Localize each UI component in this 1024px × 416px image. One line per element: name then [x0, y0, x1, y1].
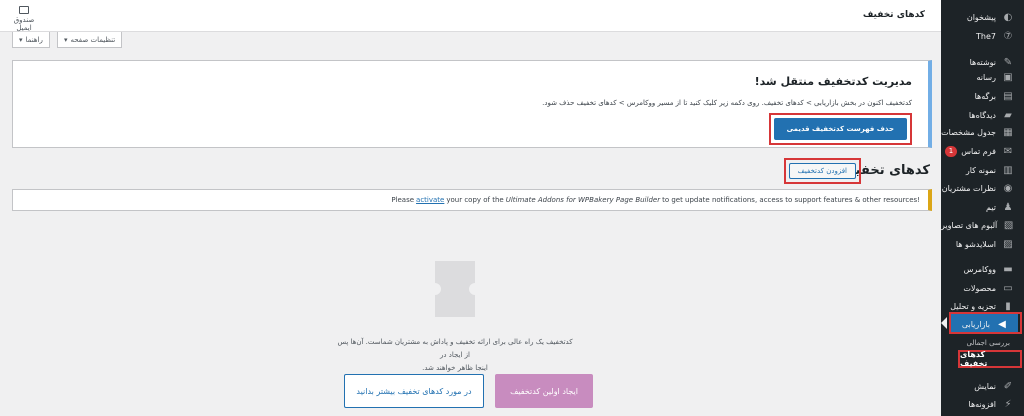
- help-label: راهنما: [25, 35, 43, 44]
- inbox-icon: [19, 6, 29, 14]
- sidebar-item-tables[interactable]: ▦ جدول مشخصات: [941, 122, 1024, 142]
- sidebar-item-dashboard[interactable]: ◐ پیشخوان: [941, 7, 1024, 27]
- empty-state-line: کدتخفیف یک راه عالی برای ارائه تخفیف و پ…: [337, 338, 573, 359]
- submenu-overview[interactable]: بررسی اجمالی: [966, 339, 1010, 347]
- slideshow-icon: ▨: [1003, 238, 1013, 250]
- learn-more-coupons-button[interactable]: در مورد کدهای تخفیف بیشتر بدانید: [344, 374, 484, 408]
- empty-state-text: کدتخفیف یک راه عالی برای ارائه تخفیف و پ…: [335, 336, 575, 375]
- highlight-box: [949, 312, 1022, 334]
- plugin-name: Ultimate Addons for WPBakery Page Builde…: [505, 196, 661, 204]
- woocommerce-icon: ▬: [1003, 263, 1013, 275]
- sidebar-item-galleries[interactable]: ▧ آلبوم های تصاویر: [941, 215, 1024, 235]
- migration-notice: مدیریت کدتخفیف منتقل شد! کدتخفیف اکنون د…: [12, 60, 932, 148]
- chevron-down-icon: ▾: [64, 35, 68, 44]
- sidebar-item-pages[interactable]: ▤ برگه‌ها: [941, 86, 1024, 106]
- the7-icon: ⑦: [1003, 30, 1013, 42]
- top-header: کدهای تخفیف صندوق ایمیل: [0, 0, 941, 32]
- sidebar-item-slideshows[interactable]: ▨ اسلایدشو ها: [941, 234, 1024, 254]
- highlight-box: حذف فهرست کدتخفیف قدیمی: [768, 113, 912, 145]
- sidebar-item-testimonials[interactable]: ◉ نظرات مشتریان: [941, 178, 1024, 198]
- sidebar-item-woocommerce[interactable]: ▬ ووکامرس: [941, 259, 1024, 279]
- plugin-notice-suffix: to get update notifications, access to s…: [662, 196, 920, 204]
- admin-sidebar: ◐ پیشخوان ⑦ The7 ✎ نوشته‌ها ▣ رسانه ▤ بر…: [941, 0, 1024, 416]
- mail-icon: ✉: [1003, 145, 1013, 157]
- sidebar-item-team[interactable]: ♟ تیم: [941, 197, 1024, 217]
- sidebar-item-media[interactable]: ▣ رسانه: [941, 67, 1024, 87]
- sidebar-item-the7[interactable]: ⑦ The7: [941, 26, 1024, 46]
- plugin-notice-prefix: Please: [391, 196, 415, 204]
- create-first-coupon-button[interactable]: ایجاد اولین کدتخفیف: [495, 374, 593, 408]
- appearance-icon: ✐: [1003, 380, 1013, 392]
- plugins-icon: ⚡: [1004, 398, 1012, 410]
- add-coupon-button[interactable]: افزودن کدتخفیف: [788, 163, 856, 179]
- team-icon: ♟: [1003, 201, 1013, 213]
- portfolio-icon: ▥: [1003, 164, 1013, 176]
- dashboard-icon: ◐: [1003, 11, 1013, 23]
- plugin-notice-middle: your copy of the: [446, 196, 504, 204]
- inbox-button[interactable]: صندوق ایمیل: [6, 6, 42, 32]
- highlight-box: افزودن کدتخفیف: [783, 158, 861, 184]
- active-menu-arrow: [941, 317, 947, 329]
- plugin-activation-notice: Please activate your copy of the Ultimat…: [12, 189, 932, 211]
- chevron-down-icon: ▾: [19, 35, 23, 44]
- screen-options-button[interactable]: ▾ تنظیمات صفحه: [57, 32, 123, 48]
- notice-text: کدتخفیف اکنون در بخش بازاریابی > کدهای ت…: [542, 99, 912, 107]
- screen-options-label: تنظیمات صفحه: [70, 35, 116, 44]
- activate-link[interactable]: activate: [416, 196, 444, 204]
- page-title: کدهای تخفیف: [862, 10, 925, 20]
- coupon-placeholder-icon: [435, 261, 475, 317]
- notification-badge: 1: [944, 145, 958, 157]
- sidebar-item-appearance[interactable]: ✐ نمایش: [941, 376, 1024, 396]
- testimonials-icon: ◉: [1003, 182, 1013, 194]
- gallery-icon: ▧: [1003, 219, 1014, 231]
- comments-icon: ▰: [1004, 109, 1012, 121]
- media-icon: ▣: [1003, 71, 1013, 83]
- table-icon: ▦: [1003, 126, 1013, 138]
- pages-icon: ▤: [1003, 90, 1013, 102]
- sidebar-item-products[interactable]: ▭ محصولات: [941, 278, 1024, 298]
- notice-title: مدیریت کدتخفیف منتقل شد!: [754, 75, 912, 88]
- inbox-label: صندوق ایمیل: [13, 16, 35, 32]
- submenu-coupons[interactable]: کدهای تخفیف: [958, 350, 1022, 368]
- sidebar-item-plugins[interactable]: ⚡ افزونه‌ها: [941, 394, 1024, 414]
- help-button[interactable]: ▾ راهنما: [12, 32, 50, 48]
- sidebar-item-contact[interactable]: ✉ فرم تماس 1: [941, 141, 1024, 161]
- sidebar-item-portfolio[interactable]: ▥ نمونه کار: [941, 160, 1024, 180]
- products-icon: ▭: [1003, 282, 1013, 294]
- remove-legacy-coupon-menu-button[interactable]: حذف فهرست کدتخفیف قدیمی: [773, 118, 907, 140]
